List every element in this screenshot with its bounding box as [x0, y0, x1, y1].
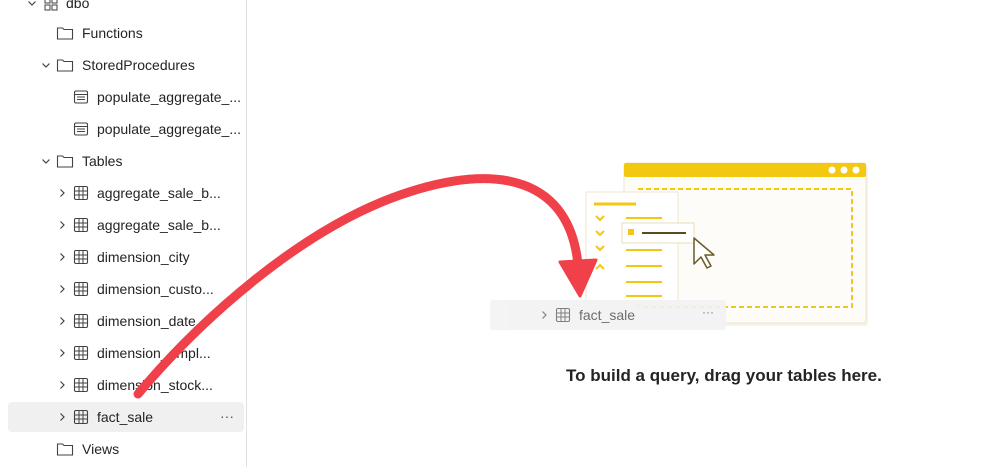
tree-item-label: fact_sale — [97, 409, 154, 425]
tree-item-label: dimension_city — [97, 249, 190, 265]
tree-item-table[interactable]: dimension_date — [8, 306, 244, 336]
tree-item-label: StoredProcedures — [82, 57, 195, 73]
chevron-down-icon[interactable] — [26, 0, 38, 9]
table-icon — [72, 248, 90, 266]
tree-item-table[interactable]: dimension_empl... — [8, 338, 244, 368]
chevron-right-icon — [538, 309, 550, 321]
schema-icon — [42, 0, 60, 12]
tree-item-table[interactable]: dimension_custo... — [8, 274, 244, 304]
table-icon — [72, 408, 90, 426]
tree-item-label: aggregate_sale_b... — [97, 185, 221, 201]
more-options-button[interactable]: ··· — [220, 408, 234, 424]
tree-item-procedure[interactable]: populate_aggregate_... — [8, 114, 244, 144]
table-icon — [72, 280, 90, 298]
tree-item-label: dimension_custo... — [97, 281, 214, 297]
chevron-right-icon[interactable] — [56, 187, 68, 199]
chevron-right-icon[interactable] — [56, 219, 68, 231]
tree-item-table[interactable]: dimension_city — [8, 242, 244, 272]
chevron-right-icon[interactable] — [56, 315, 68, 327]
stored-procedure-icon — [72, 88, 90, 106]
chevron-right-icon[interactable] — [56, 379, 68, 391]
folder-icon — [56, 56, 74, 74]
tree-item-functions[interactable]: Functions — [8, 18, 244, 48]
folder-icon — [56, 440, 74, 458]
tree-item-fact-sale[interactable]: fact_sale ··· — [8, 402, 244, 432]
stored-procedure-icon — [72, 120, 90, 138]
folder-icon — [56, 24, 74, 42]
tree-item-label: aggregate_sale_b... — [97, 217, 221, 233]
tree-item-label: populate_aggregate_... — [97, 121, 242, 137]
tree-item-label: Functions — [82, 25, 143, 41]
tree-item-label: dimension_stock... — [97, 377, 213, 393]
table-icon — [72, 216, 90, 234]
tree-item-storedprocedures[interactable]: StoredProcedures — [8, 50, 244, 80]
tree-item-table[interactable]: aggregate_sale_b... — [8, 210, 244, 240]
chevron-down-icon[interactable] — [40, 155, 52, 167]
tree-item-table[interactable]: aggregate_sale_b... — [8, 178, 244, 208]
tree-item-label: dbo — [66, 0, 90, 11]
chevron-right-icon[interactable] — [56, 283, 68, 295]
table-icon — [72, 376, 90, 394]
tree-item-tables[interactable]: Tables — [8, 146, 244, 176]
tree-item-label: Views — [82, 441, 120, 457]
folder-icon — [56, 152, 74, 170]
chevron-right-icon[interactable] — [56, 347, 68, 359]
chevron-down-icon[interactable] — [40, 59, 52, 71]
table-icon — [554, 306, 572, 324]
table-icon — [72, 312, 90, 330]
chevron-right-icon[interactable] — [56, 251, 68, 263]
tree-item-label: dimension_date — [97, 313, 196, 329]
chevron-right-icon[interactable] — [56, 411, 68, 423]
tree-item-label: dimension_empl... — [97, 345, 211, 361]
table-icon — [72, 344, 90, 362]
object-explorer: dbo Functions StoredProcedures populate_… — [0, 0, 247, 467]
dragged-table-item[interactable]: fact_sale ··· — [490, 300, 726, 330]
tree-item-label: Tables — [82, 153, 123, 169]
dragged-item-label: fact_sale — [579, 307, 636, 323]
tree-item-schema[interactable]: dbo — [8, 0, 244, 18]
tree-item-views[interactable]: Views — [8, 434, 244, 464]
tree-item-procedure[interactable]: populate_aggregate_... — [8, 82, 244, 112]
table-icon — [72, 184, 90, 202]
tree-item-table[interactable]: dimension_stock... — [8, 370, 244, 400]
more-options-icon: ··· — [702, 305, 714, 319]
tree-item-label: populate_aggregate_... — [97, 89, 242, 105]
empty-canvas-message: To build a query, drag your tables here. — [566, 366, 882, 385]
